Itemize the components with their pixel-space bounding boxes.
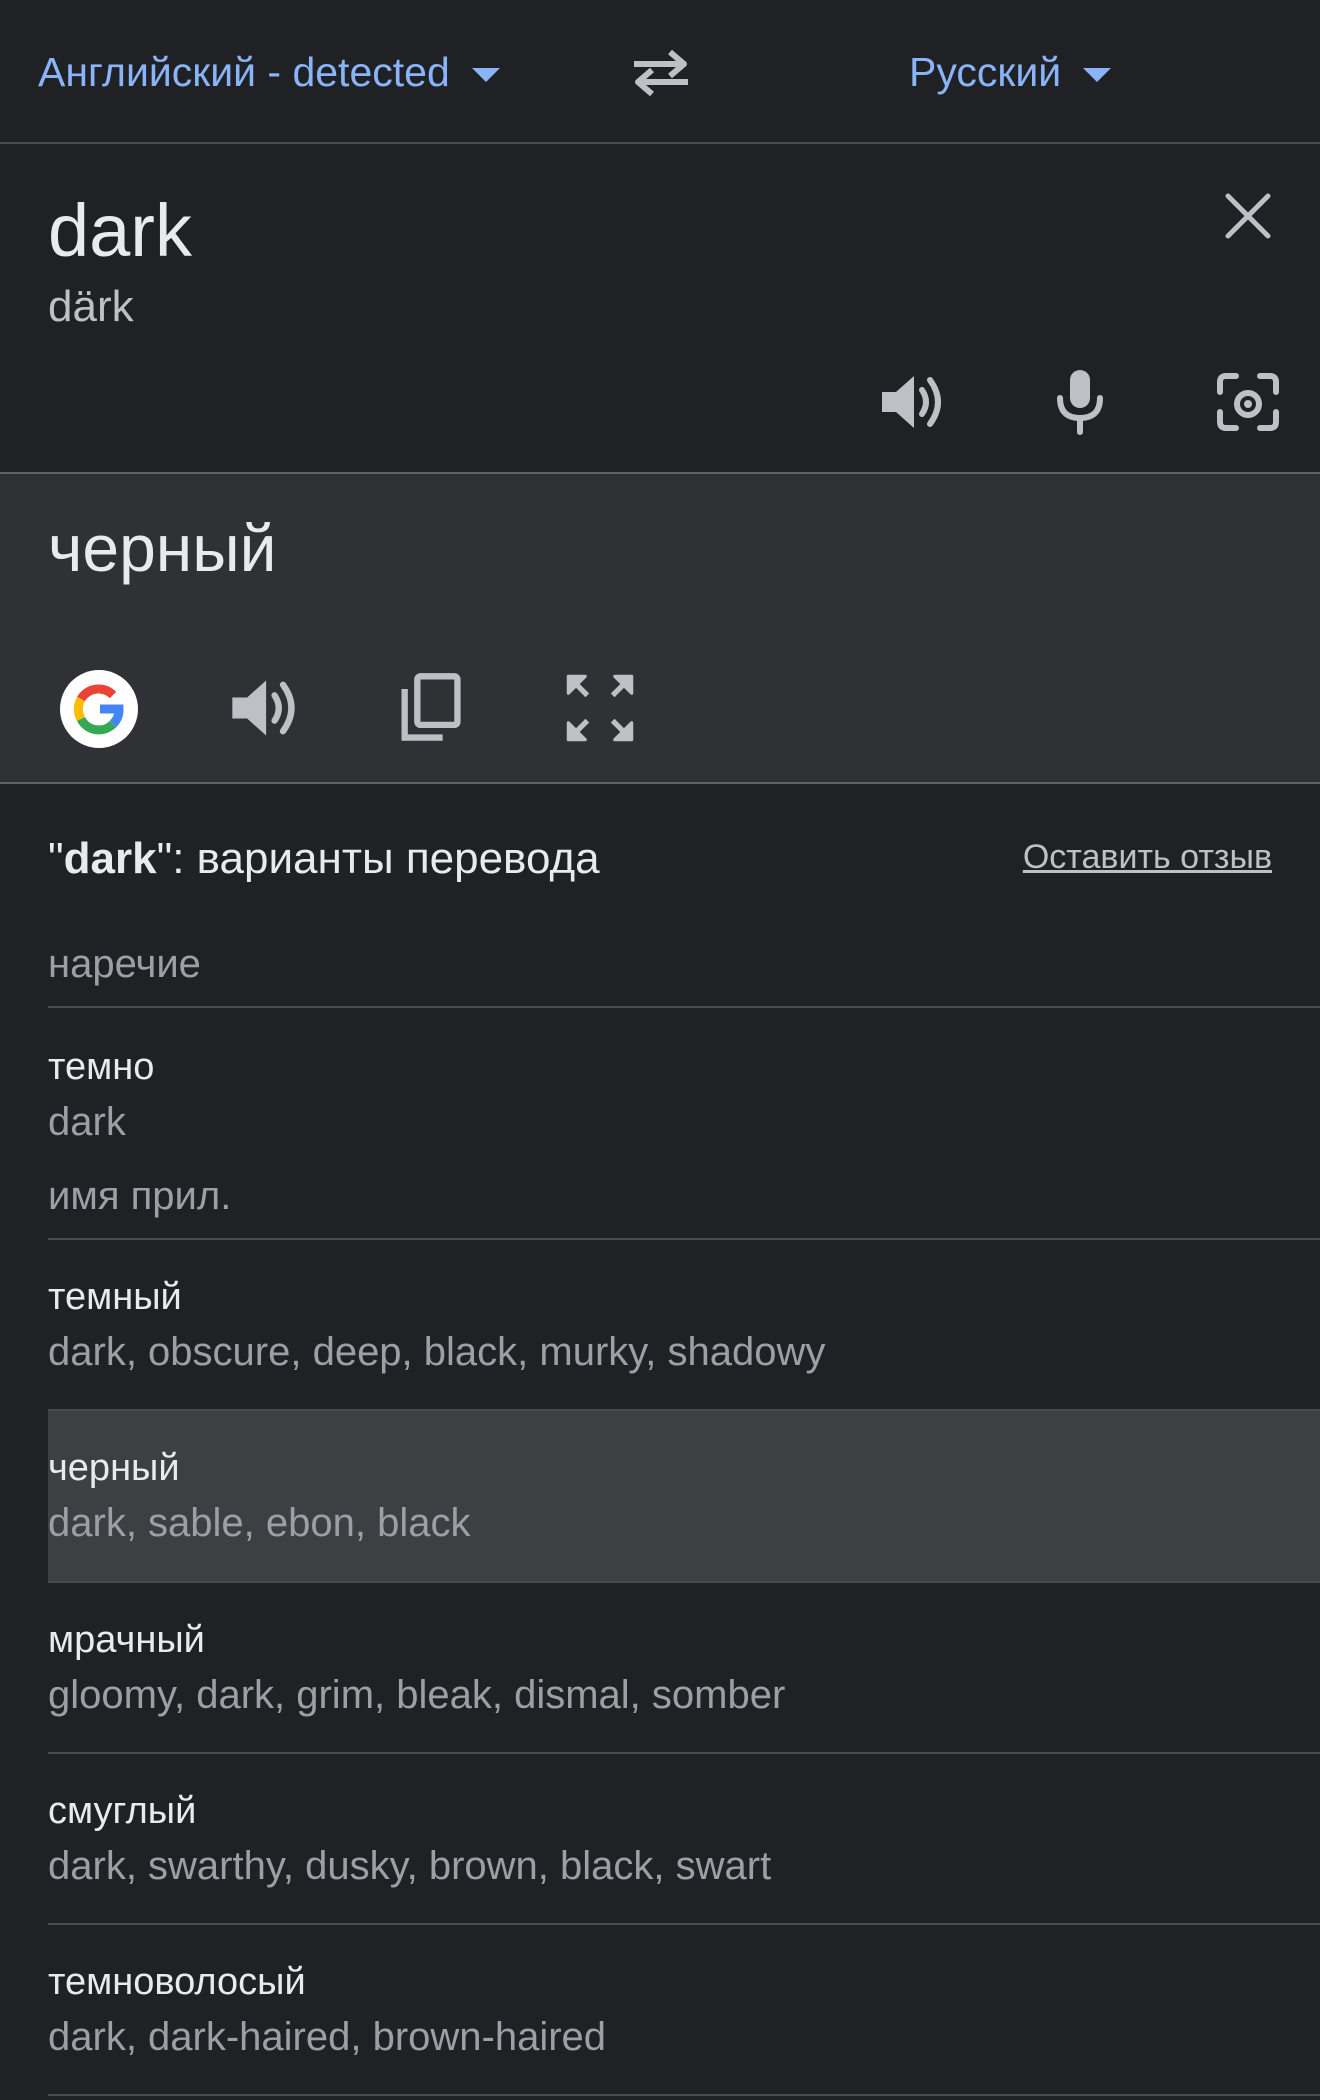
source-text[interactable]: dark: [48, 188, 192, 273]
entry-word: черный: [48, 1447, 180, 1489]
camera-translate-button[interactable]: [1212, 366, 1284, 438]
caret-down-icon: [471, 68, 500, 82]
pos-label: наречие: [48, 942, 201, 986]
copy-icon: [401, 673, 461, 741]
google-icon: [73, 684, 124, 735]
entry-synonyms: gloomy, dark, grim, bleak, dismal, sombe…: [48, 1673, 786, 1717]
speaker-icon: [232, 680, 295, 736]
google-button[interactable]: [60, 670, 138, 748]
translation-listen-button[interactable]: [226, 670, 302, 746]
clear-text-button[interactable]: [1220, 188, 1276, 244]
list-item[interactable]: темноволосый dark, dark-haired, brown-ha…: [48, 1925, 1320, 2095]
list-item[interactable]: темный dark, obscure, deep, black, murky…: [48, 1240, 1320, 1410]
voice-input-button[interactable]: [1044, 366, 1116, 438]
entry-word: темный: [48, 1276, 182, 1318]
translation-panel: черный: [0, 474, 1320, 784]
source-transliteration: därk: [48, 282, 134, 331]
entry-synonyms: dark, swarthy, dusky, brown, black, swar…: [48, 1844, 772, 1888]
speaker-icon: [882, 376, 941, 428]
entry-word: смуглый: [48, 1790, 197, 1832]
list-item[interactable]: смуглый dark, swarthy, dusky, brown, bla…: [48, 1754, 1320, 1924]
microphone-icon: [1057, 370, 1103, 435]
source-panel: dark därk: [0, 144, 1320, 474]
entry-synonyms: dark, dark-haired, brown-haired: [48, 2015, 607, 2059]
entry-synonyms: dark: [48, 1100, 126, 1144]
swap-arrows-icon: [634, 49, 688, 97]
caret-down-icon: [1083, 68, 1112, 82]
header-quote-open: ": [48, 834, 64, 883]
source-language-selector[interactable]: Английский - detected: [38, 44, 500, 100]
fullscreen-icon: [566, 674, 634, 742]
source-language-label: Английский - detected: [38, 48, 450, 95]
list-item[interactable]: мрачный gloomy, dark, grim, bleak, disma…: [48, 1583, 1320, 1753]
close-icon: [1225, 193, 1271, 239]
swap-languages-button[interactable]: [626, 42, 696, 102]
list-item[interactable]: темно dark: [48, 1008, 1320, 1144]
fullscreen-button[interactable]: [562, 670, 638, 746]
source-listen-button[interactable]: [876, 366, 948, 438]
pos-label: имя прил.: [48, 1174, 232, 1218]
header-title: ": варианты перевода: [156, 834, 600, 883]
header-word: dark: [63, 834, 157, 883]
language-bar: Английский - detected Русский: [0, 0, 1320, 144]
dictionary-header: "dark": варианты перевода: [48, 834, 600, 884]
translate-page: Английский - detected Русский dark därk: [0, 0, 1320, 2100]
entry-synonyms: dark, sable, ebon, black: [48, 1501, 471, 1545]
entry-word: темно: [48, 1046, 155, 1088]
feedback-link[interactable]: Оставить отзыв: [1023, 838, 1272, 877]
entry-word: темноволосый: [48, 1961, 306, 2003]
copy-translation-button[interactable]: [392, 670, 468, 746]
list-item[interactable]: черный dark, sable, ebon, black: [48, 1411, 1320, 1581]
divider: [48, 2094, 1320, 2096]
camera-icon: [1217, 373, 1279, 431]
entry-synonyms: dark, obscure, deep, black, murky, shado…: [48, 1330, 826, 1374]
translation-text: черный: [48, 511, 277, 585]
target-language-selector[interactable]: Русский: [909, 44, 1112, 100]
target-language-label: Русский: [909, 48, 1062, 95]
entry-word: мрачный: [48, 1619, 205, 1661]
